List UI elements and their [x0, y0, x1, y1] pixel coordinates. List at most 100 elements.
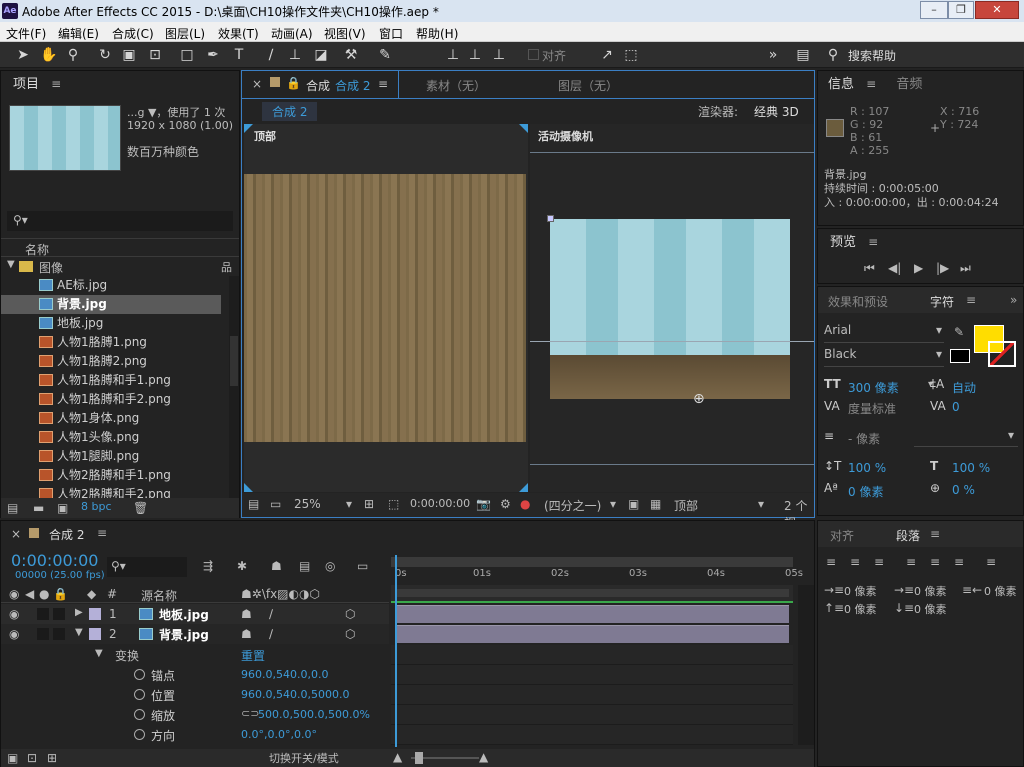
layer-row[interactable]: ◉ ▼ 2 背景.jpg ☗ ∕ ⬡ [1, 624, 389, 644]
label-color-icon[interactable] [89, 608, 101, 620]
indent-first-value[interactable]: 0 像素 [914, 583, 947, 599]
project-item[interactable]: 人物1胳膊和手2.png [1, 390, 221, 409]
renderer-value[interactable]: 经典 3D [754, 103, 799, 120]
project-item[interactable]: AE标.jpg [1, 276, 221, 295]
zoom-in-icon[interactable]: ▲ [479, 750, 488, 764]
justify-center-icon[interactable]: ≡ [930, 555, 940, 569]
justify-left-icon[interactable]: ≡ [906, 555, 916, 569]
mask-toggle-icon[interactable]: ⬚ [388, 497, 399, 511]
minimize-button[interactable]: – [920, 1, 948, 19]
scrollbar[interactable] [798, 585, 814, 745]
eye-icon[interactable]: ◉ [9, 627, 19, 641]
workspace-icon[interactable]: ▤ [794, 46, 812, 64]
quality-switch-icon[interactable]: ∕ [269, 607, 273, 621]
close-button[interactable]: ✕ [975, 1, 1019, 19]
collapse-triangle-icon[interactable]: ▼ [95, 648, 103, 659]
puppet-pin-tool-icon[interactable]: ✎ [376, 46, 394, 64]
eyedropper-icon[interactable]: ✎ [954, 325, 964, 339]
constrain-proportions-icon[interactable]: ⊂⊃ [241, 707, 259, 720]
breadcrumb[interactable]: 合成 2 [262, 102, 318, 121]
stopwatch-icon[interactable] [134, 709, 145, 720]
layer-switches-icon[interactable]: ▣ [7, 751, 18, 765]
text-tool-icon[interactable]: T [230, 46, 248, 64]
menu-window[interactable]: 窗口 [379, 25, 403, 42]
close-tab-icon[interactable]: × [252, 77, 262, 91]
snap-icon[interactable]: ↗ [598, 46, 616, 64]
shy-layers-icon[interactable]: ☗ [271, 559, 282, 573]
shy-switch-icon[interactable]: ☗ [241, 607, 252, 621]
expand-triangle-icon[interactable]: ▶ [75, 607, 83, 618]
lock-icon[interactable]: 🔒 [53, 587, 68, 601]
lock-icon[interactable]: 🔒 [286, 76, 301, 90]
stroke-width-value[interactable]: - 像素 [848, 430, 880, 447]
align-left-icon[interactable]: ≡ [826, 555, 836, 569]
align-center-icon[interactable]: ≡ [850, 555, 860, 569]
expand-icon[interactable]: » [1010, 293, 1017, 307]
show-channel-icon[interactable]: ⚙ [500, 497, 511, 511]
tab-audio[interactable]: 音频 [896, 77, 922, 92]
maximize-button[interactable]: ❐ [948, 1, 974, 19]
kerning-value[interactable]: 度量标准 [848, 400, 896, 417]
interpret-footage-icon[interactable]: ▤ [7, 501, 18, 515]
time-ruler[interactable]: 0s 01s 02s 03s 04s 05s [391, 567, 803, 583]
camera-snapshot-icon[interactable]: 📷 [476, 497, 491, 511]
layer-2-duration-bar[interactable] [397, 625, 789, 643]
tab-footage[interactable]: 素材（无） [426, 77, 486, 94]
menu-icon[interactable]: ≡ [51, 77, 61, 91]
project-item[interactable]: 人物2胳膊和手1.png [1, 466, 221, 485]
tsume-value[interactable]: 0 % [952, 483, 975, 497]
dropdown-icon[interactable]: ▾ [758, 497, 764, 511]
stopwatch-icon[interactable] [134, 729, 145, 740]
hand-tool-icon[interactable]: ✋ [40, 46, 58, 64]
label-icon[interactable]: ◆ [87, 587, 96, 601]
new-folder-icon[interactable]: ▬ [33, 501, 44, 515]
label-color-icon[interactable] [89, 628, 101, 640]
space-after-value[interactable]: 0 像素 [914, 601, 947, 617]
view-axis-icon[interactable]: ⊥ [490, 46, 508, 64]
transform-group[interactable]: ▼ 变换 重置 [1, 645, 389, 665]
3d-layer-icon[interactable]: ⬡ [345, 607, 355, 621]
resolution-select[interactable]: (四分之一) [544, 497, 601, 514]
menu-icon[interactable]: ≡ [866, 77, 876, 91]
current-time-indicator[interactable] [395, 555, 397, 747]
property-row[interactable]: 锚点 960.0,540.0,0.0 [1, 665, 389, 685]
transparency-grid-icon[interactable]: ▦ [650, 497, 661, 511]
property-row[interactable]: 位置 960.0,540.0,5000.0 [1, 685, 389, 705]
dropdown-icon[interactable]: ▾ [346, 497, 352, 511]
draft-3d-icon[interactable]: ✱ [237, 559, 247, 573]
shy-switch-icon[interactable]: ☗ [241, 627, 252, 641]
anchor-point-icon[interactable]: ⊕ [693, 391, 705, 407]
tab-align[interactable]: 对齐 [830, 527, 854, 544]
tab-layer[interactable]: 图层（无） [558, 77, 618, 94]
tab-character[interactable]: 字符 [930, 293, 954, 310]
selection-tool-icon[interactable]: ➤ [14, 46, 32, 64]
snapshot-icon[interactable]: ▤ [248, 497, 259, 511]
tab-info[interactable]: 信息 [828, 77, 854, 92]
eye-icon[interactable]: ◉ [9, 607, 19, 621]
pen-tool-icon[interactable]: ✒ [204, 46, 222, 64]
tab-paragraph[interactable]: 段落 [896, 527, 920, 544]
project-item[interactable]: 地板.jpg [1, 314, 221, 333]
viewer-active-camera[interactable]: 活动摄像机 ⊕ [530, 124, 814, 492]
project-item[interactable]: 人物1胳膊和手1.png [1, 371, 221, 390]
brush-tool-icon[interactable]: ∕ [262, 46, 280, 64]
menu-icon[interactable]: ≡ [966, 293, 976, 307]
search-help-input[interactable]: 搜索帮助 [848, 47, 896, 64]
layer-row[interactable]: ◉ ▶ 1 地板.jpg ☗ ∕ ⬡ [1, 604, 389, 624]
stopwatch-icon[interactable] [134, 669, 145, 680]
reset-link[interactable]: 重置 [241, 647, 265, 664]
play-icon[interactable]: ▶ [914, 261, 923, 275]
world-axis-icon[interactable]: ⊥ [466, 46, 484, 64]
tab-comp-2[interactable]: 合成 2 [335, 77, 370, 94]
monitor-icon[interactable]: ▭ [270, 497, 281, 511]
motion-blur-icon[interactable]: ◎ [325, 559, 335, 573]
baseline-shift-value[interactable]: 0 像素 [848, 483, 883, 500]
solo-icon[interactable]: ● [39, 587, 49, 601]
indent-left-value[interactable]: 0 像素 [844, 583, 877, 599]
previous-frame-icon[interactable]: ◀| [888, 261, 901, 275]
project-item[interactable]: 人物1胳膊2.png [1, 352, 221, 371]
menu-icon[interactable]: ≡ [378, 77, 388, 91]
first-frame-icon[interactable]: ⏮ [864, 261, 875, 276]
stopwatch-icon[interactable] [134, 689, 145, 700]
stroke-color-swatch[interactable] [988, 341, 1016, 367]
